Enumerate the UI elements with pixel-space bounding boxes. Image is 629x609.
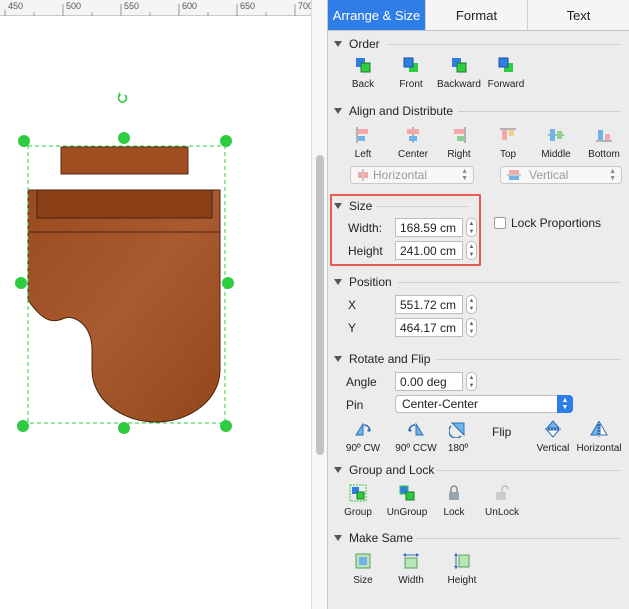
flip-vertical-icon bbox=[545, 420, 561, 438]
align-left-icon bbox=[356, 127, 368, 143]
section-rotate-title[interactable]: Rotate and Flip bbox=[334, 352, 430, 366]
angle-label: Angle bbox=[346, 375, 377, 389]
forward-button[interactable]: Forward bbox=[479, 56, 533, 90]
x-field[interactable]: 551.72 cm bbox=[395, 295, 463, 314]
rotate-180-button[interactable]: 180º bbox=[431, 420, 485, 454]
same-width-button[interactable]: Width bbox=[384, 552, 438, 586]
back-button[interactable]: Back bbox=[336, 56, 390, 90]
x-label: X bbox=[348, 298, 357, 312]
piano-shape[interactable] bbox=[27, 146, 221, 423]
tab-text[interactable]: Text bbox=[528, 0, 629, 30]
scrollbar-thumb[interactable] bbox=[316, 155, 324, 455]
same-size-icon bbox=[355, 553, 371, 569]
backward-button[interactable]: Backward bbox=[432, 56, 486, 90]
group-button[interactable]: Group bbox=[331, 484, 385, 518]
tab-arrange-size[interactable]: Arrange & Size bbox=[328, 0, 426, 30]
backward-icon bbox=[452, 58, 467, 73]
front-button[interactable]: Front bbox=[384, 56, 438, 90]
section-align-title[interactable]: Align and Distribute bbox=[334, 104, 453, 118]
same-height-button[interactable]: Height bbox=[435, 552, 489, 586]
lock-proportions-checkbox[interactable] bbox=[494, 217, 506, 229]
y-stepper[interactable]: ▲ ▼ bbox=[466, 318, 477, 337]
ungroup-button[interactable]: UnGroup bbox=[380, 484, 434, 518]
disclosure-triangle-icon bbox=[334, 108, 342, 114]
section-position-title[interactable]: Position bbox=[334, 275, 392, 289]
x-stepper[interactable]: ▲ ▼ bbox=[466, 295, 477, 314]
disclosure-triangle-icon bbox=[334, 535, 342, 541]
back-icon bbox=[356, 58, 371, 73]
width-stepper[interactable]: ▲ ▼ bbox=[466, 218, 477, 237]
align-center-icon bbox=[407, 127, 419, 143]
y-label: Y bbox=[348, 321, 357, 335]
y-field[interactable]: 464.17 cm bbox=[395, 318, 463, 337]
section-group-title[interactable]: Group and Lock bbox=[334, 463, 434, 477]
distribute-vertical-dropdown[interactable]: Vertical ▲ ▼ bbox=[500, 166, 622, 184]
align-left-button[interactable]: Left bbox=[336, 126, 390, 160]
height-label: Height bbox=[348, 244, 383, 258]
pin-label: Pin bbox=[346, 398, 364, 412]
distribute-horizontal-icon bbox=[358, 169, 368, 181]
same-size-button[interactable]: Size bbox=[336, 552, 390, 586]
updown-arrows-icon: ▲ ▼ bbox=[461, 168, 468, 182]
angle-field[interactable]: 0.00 deg bbox=[395, 372, 463, 391]
disclosure-triangle-icon bbox=[334, 356, 342, 362]
align-right-button[interactable]: Right bbox=[432, 126, 486, 160]
disclosure-triangle-icon bbox=[334, 203, 342, 209]
pin-select[interactable]: Center-Center ▲ ▼ bbox=[395, 395, 573, 413]
width-label: Width: bbox=[348, 221, 383, 235]
rotate-180-icon bbox=[449, 422, 465, 438]
width-field[interactable]: 168.59 cm bbox=[395, 218, 463, 237]
section-size-title[interactable]: Size bbox=[334, 199, 372, 213]
unlock-button[interactable]: UnLock bbox=[475, 484, 529, 518]
disclosure-triangle-icon bbox=[334, 41, 342, 47]
group-icon bbox=[349, 484, 367, 502]
flip-label: Flip bbox=[492, 425, 512, 439]
distribute-vertical-icon bbox=[507, 170, 521, 180]
disclosure-triangle-icon bbox=[334, 467, 342, 473]
updown-arrows-icon: ▲ ▼ bbox=[609, 168, 616, 182]
flip-horizontal-button[interactable]: Horizontal bbox=[572, 420, 626, 454]
drawing-canvas[interactable]: 450 500 550 600 650 700 bbox=[0, 0, 311, 609]
canvas-drawing bbox=[4, 4, 296, 434]
forward-icon bbox=[498, 57, 513, 72]
inspector-panel: Arrange & Size Format Text Order Back Fr… bbox=[327, 0, 629, 609]
tab-bar: Arrange & Size Format Text bbox=[328, 0, 629, 31]
align-bottom-icon bbox=[596, 130, 612, 142]
rotate-handle bbox=[117, 94, 128, 103]
align-middle-icon bbox=[548, 129, 564, 141]
section-make-same-title[interactable]: Make Same bbox=[334, 531, 413, 545]
height-field[interactable]: 241.00 cm bbox=[395, 241, 463, 260]
rotate-cw-icon bbox=[355, 422, 371, 436]
flip-horizontal-icon bbox=[590, 421, 608, 437]
ungroup-icon bbox=[399, 485, 415, 501]
lock-button[interactable]: Lock bbox=[427, 484, 481, 518]
align-right-icon bbox=[454, 127, 466, 143]
distribute-horizontal-dropdown[interactable]: Horizontal ▲ ▼ bbox=[350, 166, 474, 184]
align-middle-button[interactable]: Middle bbox=[529, 126, 583, 160]
align-top-icon bbox=[500, 128, 516, 140]
align-top-button[interactable]: Top bbox=[481, 126, 535, 160]
lock-proportions-label: Lock Proportions bbox=[511, 216, 602, 230]
section-order-title[interactable]: Order bbox=[334, 37, 380, 51]
height-stepper[interactable]: ▲ ▼ bbox=[466, 241, 477, 260]
rotate-90cw-button[interactable]: 90º CW bbox=[336, 420, 390, 454]
same-height-icon bbox=[454, 553, 470, 569]
lock-icon bbox=[449, 485, 459, 500]
vertical-scrollbar[interactable] bbox=[311, 0, 327, 609]
rotate-ccw-icon bbox=[408, 422, 424, 436]
front-icon bbox=[403, 57, 418, 72]
same-width-icon bbox=[403, 553, 419, 569]
align-bottom-button[interactable]: Bottom bbox=[577, 126, 629, 160]
chevron-updown-icon: ▲ ▼ bbox=[557, 395, 573, 413]
tab-format[interactable]: Format bbox=[426, 0, 528, 30]
unlock-icon bbox=[496, 485, 509, 500]
angle-stepper[interactable]: ▲ ▼ bbox=[466, 372, 477, 391]
disclosure-triangle-icon bbox=[334, 279, 342, 285]
